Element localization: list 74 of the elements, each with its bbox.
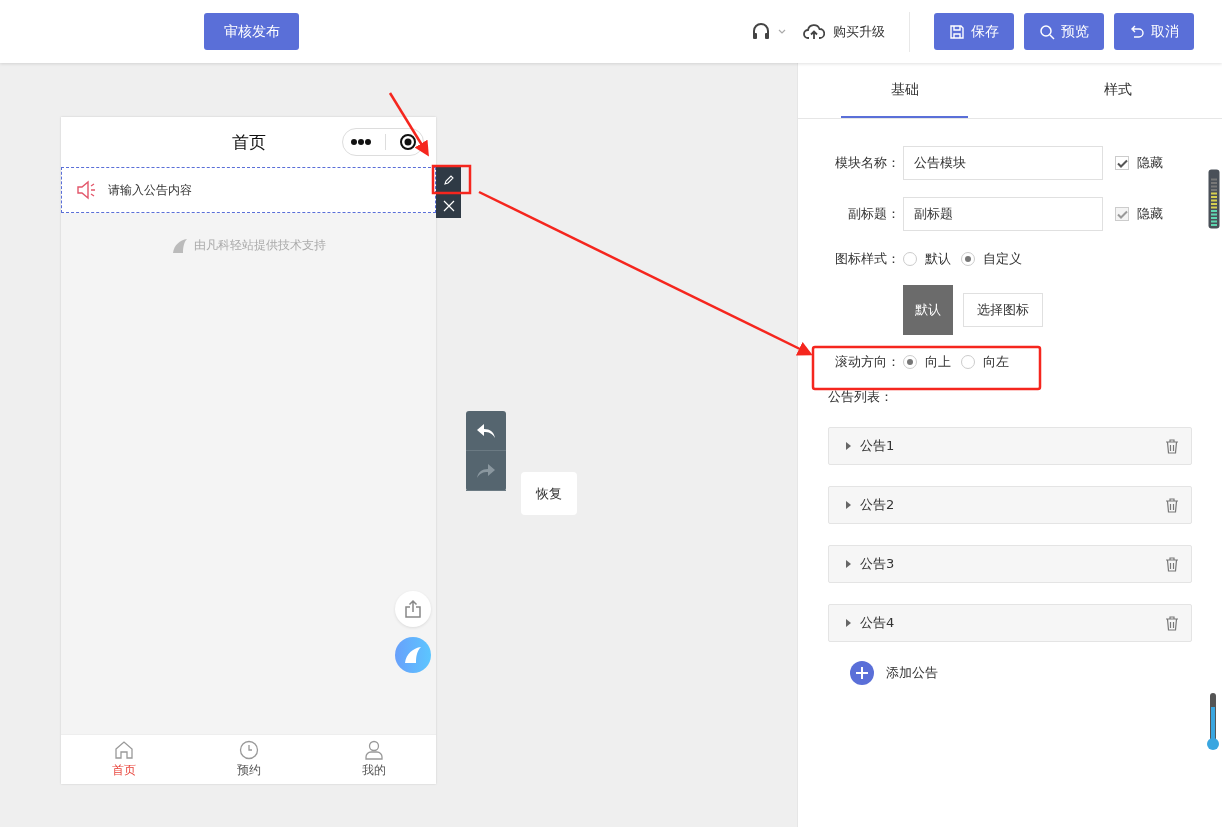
- notice-bar[interactable]: 请输入公告内容: [61, 167, 436, 213]
- target-icon: [398, 133, 417, 151]
- nav-tab[interactable]: 我的: [311, 735, 436, 784]
- field-label: 副标题：: [847, 205, 900, 223]
- plus-icon: [850, 661, 874, 685]
- panel-tab[interactable]: 样式: [1054, 63, 1181, 118]
- checkbox-label: 隐藏: [1137, 154, 1163, 172]
- thermometer-icon: [1206, 693, 1220, 751]
- share-button[interactable]: [395, 591, 431, 627]
- publish-button[interactable]: 审核发布: [204, 13, 299, 50]
- radio-option[interactable]: 默认: [903, 250, 951, 268]
- level-meter-icon: [1208, 169, 1220, 229]
- delete-icon[interactable]: [1165, 497, 1179, 513]
- annotation-arrow: [388, 92, 429, 157]
- notice-placeholder: 请输入公告内容: [108, 181, 192, 199]
- nav-tab[interactable]: 首页: [61, 735, 186, 784]
- checkbox-label: 隐藏: [1137, 205, 1163, 223]
- notice-item[interactable]: 公告2: [828, 486, 1192, 524]
- share-icon: [403, 599, 423, 619]
- preview-button[interactable]: 预览: [1024, 13, 1104, 50]
- logo-icon: [171, 238, 188, 253]
- field-label: 滚动方向：: [834, 353, 900, 371]
- field-label: 模块名称：: [834, 154, 900, 172]
- user-icon: [363, 740, 384, 760]
- choose-icon-button[interactable]: 选择图标: [963, 293, 1043, 327]
- close-button[interactable]: [436, 193, 461, 218]
- hide-checkbox[interactable]: [1115, 156, 1129, 170]
- icon-preview: 默认: [903, 285, 953, 335]
- notice-title: 公告4: [860, 614, 895, 632]
- delete-icon[interactable]: [1165, 615, 1179, 631]
- text-field[interactable]: 公告模块: [903, 146, 1103, 180]
- pencil-icon: [442, 173, 455, 186]
- radio-option[interactable]: 向左: [961, 353, 1009, 371]
- search-icon: [1039, 23, 1055, 40]
- notice-title: 公告1: [860, 437, 895, 455]
- delete-icon[interactable]: [1165, 556, 1179, 572]
- headset-icon[interactable]: [751, 21, 787, 42]
- caret-icon: [846, 501, 852, 509]
- undo-icon: [477, 423, 495, 438]
- clock-icon: [238, 740, 259, 760]
- support-text: 由凡科轻站提供技术支持: [193, 237, 326, 254]
- capsule-menu[interactable]: [342, 128, 424, 156]
- tooltip: 恢复: [521, 472, 577, 515]
- close-icon: [442, 199, 455, 212]
- edit-button[interactable]: [436, 167, 461, 192]
- highlight-frame: [431, 164, 472, 195]
- save-button[interactable]: 保存: [934, 13, 1014, 50]
- notice-item[interactable]: 公告3: [828, 545, 1192, 583]
- caret-icon: [846, 442, 852, 450]
- radio-option[interactable]: 向上: [903, 353, 951, 371]
- caret-icon: [846, 560, 852, 568]
- cloud-upload-icon: [803, 22, 825, 41]
- speaker-icon: [76, 180, 98, 200]
- delete-icon[interactable]: [1165, 438, 1179, 454]
- cancel-button[interactable]: 取消: [1114, 13, 1194, 50]
- radio-option[interactable]: 自定义: [961, 250, 1022, 268]
- caret-icon: [846, 619, 852, 627]
- notice-item[interactable]: 公告1: [828, 427, 1192, 465]
- notice-title: 公告3: [860, 555, 895, 573]
- more-icon: [349, 138, 372, 146]
- logo-icon: [403, 646, 423, 664]
- undo-arrow-icon: [1129, 23, 1145, 40]
- field-label: 图标样式：: [834, 250, 900, 268]
- home-icon: [113, 740, 134, 760]
- logo-button[interactable]: [395, 637, 431, 673]
- panel-tab[interactable]: 基础: [841, 63, 968, 118]
- list-label: 公告列表：: [828, 388, 894, 406]
- page-title: 首页: [231, 130, 266, 154]
- redo-icon: [477, 463, 495, 478]
- upgrade-link[interactable]: 购买升级: [803, 22, 885, 41]
- add-notice-button[interactable]: 添加公告: [850, 661, 1192, 685]
- notice-title: 公告2: [860, 496, 895, 514]
- notice-item[interactable]: 公告4: [828, 604, 1192, 642]
- nav-tab[interactable]: 预约: [186, 735, 311, 784]
